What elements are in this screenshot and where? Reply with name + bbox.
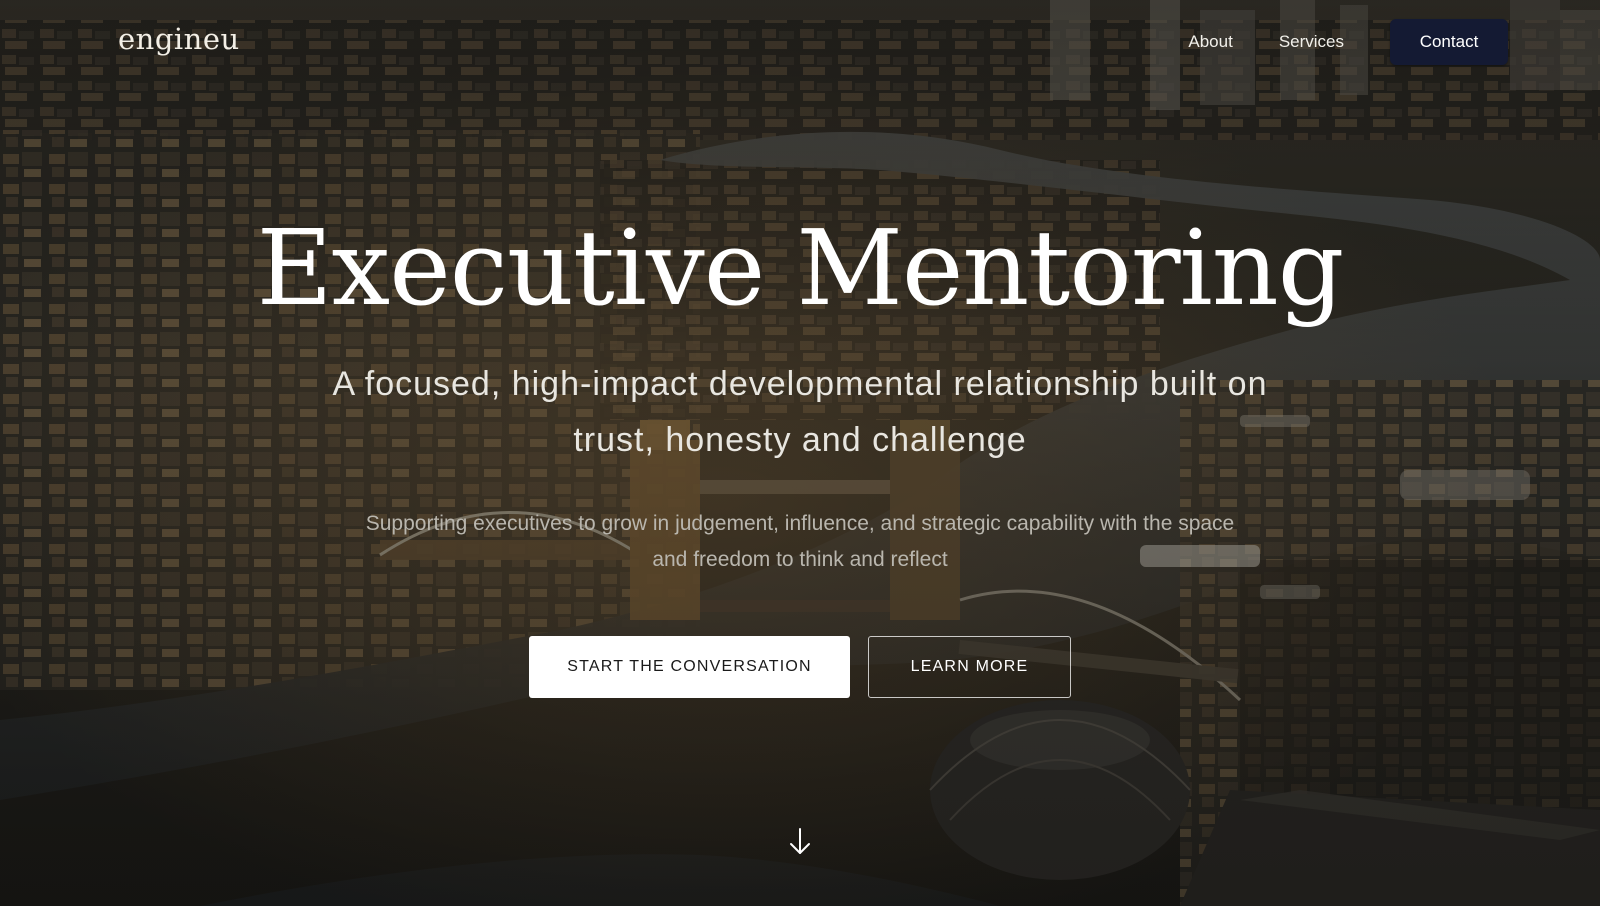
- nav-link-services[interactable]: Services: [1279, 32, 1344, 52]
- start-conversation-button[interactable]: START THE CONVERSATION: [529, 636, 850, 698]
- contact-button[interactable]: Contact: [1390, 19, 1508, 65]
- landing-page: engineu About Services Contact Executive…: [0, 0, 1600, 906]
- top-navigation: About Services Contact: [1188, 19, 1508, 65]
- brand-logo[interactable]: engineu: [118, 22, 240, 56]
- hero-description: Supporting executives to grow in judgeme…: [365, 512, 1235, 571]
- hero-title: Executive Mentoring: [256, 207, 1345, 329]
- learn-more-button[interactable]: LEARN MORE: [868, 636, 1071, 698]
- arrow-down-icon[interactable]: [786, 826, 814, 858]
- hero-subtitle: A focused, high-impact developmental rel…: [332, 365, 1268, 459]
- nav-link-about[interactable]: About: [1188, 32, 1232, 52]
